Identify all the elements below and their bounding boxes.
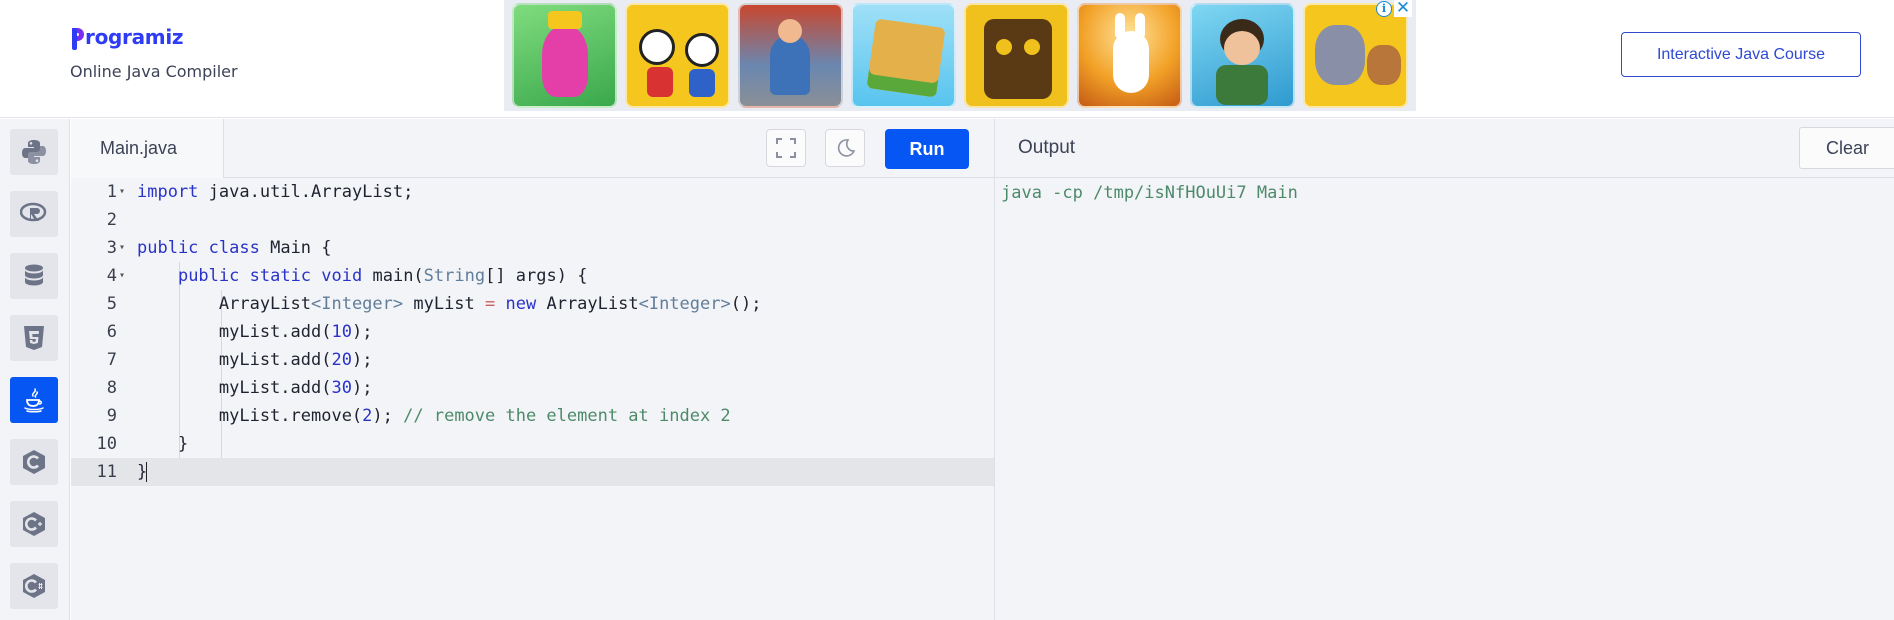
code-text: myList.remove(2); // remove the element … [137, 406, 731, 426]
code-text: } [137, 434, 189, 454]
ad-close-icon[interactable]: ✕ [1394, 0, 1412, 17]
ad-tile-boy[interactable] [1190, 3, 1295, 108]
output-toolbar: Output Clear [995, 119, 1894, 178]
sidebar-item-sql[interactable] [10, 253, 58, 299]
line-number: 4 [106, 266, 117, 286]
line-number: 9 [106, 406, 117, 426]
ad-banner[interactable]: i ✕ [504, 0, 1416, 111]
programiz-logo[interactable]: rogramiz [70, 24, 184, 50]
dark-mode-toggle[interactable] [825, 129, 865, 167]
text-cursor [146, 462, 148, 482]
ad-tile-rabbit[interactable] [1077, 3, 1182, 108]
ad-tile-cat-mouse[interactable] [1303, 3, 1408, 108]
fold-arrow-icon[interactable]: ▾ [119, 262, 125, 290]
code-area[interactable]: 1 ▾ import java.util.ArrayList; 2 3 ▾ pu… [71, 178, 994, 620]
code-line[interactable]: 3 ▾ public class Main { [71, 234, 994, 262]
java-icon [24, 388, 44, 413]
code-line[interactable]: 9 myList.remove(2); // remove the elemen… [71, 402, 994, 430]
line-number: 1 [106, 182, 117, 202]
sidebar-item-csharp[interactable] [10, 563, 58, 609]
code-line[interactable]: 4 ▾ public static void main(String[] arg… [71, 262, 994, 290]
code-text: import java.util.ArrayList; [137, 182, 414, 202]
line-number: 6 [106, 322, 117, 342]
ad-tile-cartoon-cups[interactable] [625, 3, 730, 108]
programiz-logo-icon [70, 24, 84, 50]
code-line[interactable]: 10 } [71, 430, 994, 458]
code-line[interactable]: 7 myList.add(20); [71, 346, 994, 374]
cpp-icon [23, 512, 45, 536]
sidebar-item-cpp[interactable] [10, 501, 58, 547]
editor-toolbar: Main.java Run [71, 119, 994, 178]
fullscreen-button[interactable] [766, 129, 806, 167]
clear-button[interactable]: Clear [1799, 127, 1894, 169]
c-icon [23, 450, 45, 474]
sidebar-item-java[interactable] [10, 377, 58, 423]
code-line[interactable]: 2 [71, 206, 994, 234]
line-number: 8 [106, 378, 117, 398]
code-text: myList.add(20); [137, 350, 373, 370]
code-text: myList.add(30); [137, 378, 373, 398]
r-icon [20, 202, 47, 222]
fold-arrow-icon[interactable]: ▾ [119, 178, 125, 206]
code-line-current[interactable]: 11 } [71, 458, 994, 486]
line-number: 5 [106, 294, 117, 314]
code-text: public static void main(String[] args) { [177, 266, 588, 286]
ad-info-icon[interactable]: i [1376, 1, 1392, 17]
code-line[interactable]: 1 ▾ import java.util.ArrayList; [71, 178, 994, 206]
code-line[interactable]: 6 myList.add(10); [71, 318, 994, 346]
fold-arrow-icon[interactable]: ▾ [119, 234, 125, 262]
top-header: rogramiz Online Java Compiler i ✕ Intera… [0, 0, 1894, 118]
file-tab-main-java[interactable]: Main.java [71, 119, 224, 178]
ad-tile-pink-character[interactable] [512, 3, 617, 108]
code-text: public class Main { [137, 238, 332, 258]
csharp-icon [23, 574, 45, 598]
moon-icon [837, 139, 856, 157]
logo-text: rogramiz [85, 25, 184, 49]
line-number: 2 [106, 210, 117, 230]
line-number: 10 [96, 434, 117, 454]
brand[interactable]: rogramiz Online Java Compiler [70, 24, 238, 81]
code-line[interactable]: 8 myList.add(30); [71, 374, 994, 402]
python-icon [22, 140, 46, 164]
sidebar-item-python[interactable] [10, 129, 58, 175]
language-sidebar [0, 119, 70, 620]
database-icon [25, 264, 43, 286]
code-editor-panel: Main.java Run 1 ▾ import java.util.Array… [71, 119, 994, 620]
line-number: 7 [106, 350, 117, 370]
code-text: myList.add(10); [137, 322, 373, 342]
compiler-subtitle: Online Java Compiler [70, 62, 238, 81]
sidebar-item-html[interactable] [10, 315, 58, 361]
fullscreen-icon [776, 138, 796, 158]
interactive-java-course-button[interactable]: Interactive Java Course [1621, 32, 1861, 77]
ad-tile-runner[interactable] [738, 3, 843, 108]
output-console-text[interactable]: java -cp /tmp/isNfHOuUi7 Main [1001, 179, 1298, 207]
output-title: Output [1018, 137, 1076, 158]
sidebar-item-c[interactable] [10, 439, 58, 485]
sidebar-item-r[interactable] [10, 191, 58, 237]
code-line[interactable]: 5 ArrayList<Integer> myList = new ArrayL… [71, 290, 994, 318]
ad-tile-temple[interactable] [964, 3, 1069, 108]
ad-tile-block[interactable] [851, 3, 956, 108]
code-text: ArrayList<Integer> myList = new ArrayLis… [137, 294, 762, 314]
code-text: } [137, 462, 148, 482]
line-number: 11 [96, 462, 117, 482]
line-number: 3 [106, 238, 117, 258]
html5-icon [24, 326, 44, 350]
run-button[interactable]: Run [885, 129, 969, 169]
output-panel: Output Clear java -cp /tmp/isNfHOuUi7 Ma… [994, 119, 1894, 620]
